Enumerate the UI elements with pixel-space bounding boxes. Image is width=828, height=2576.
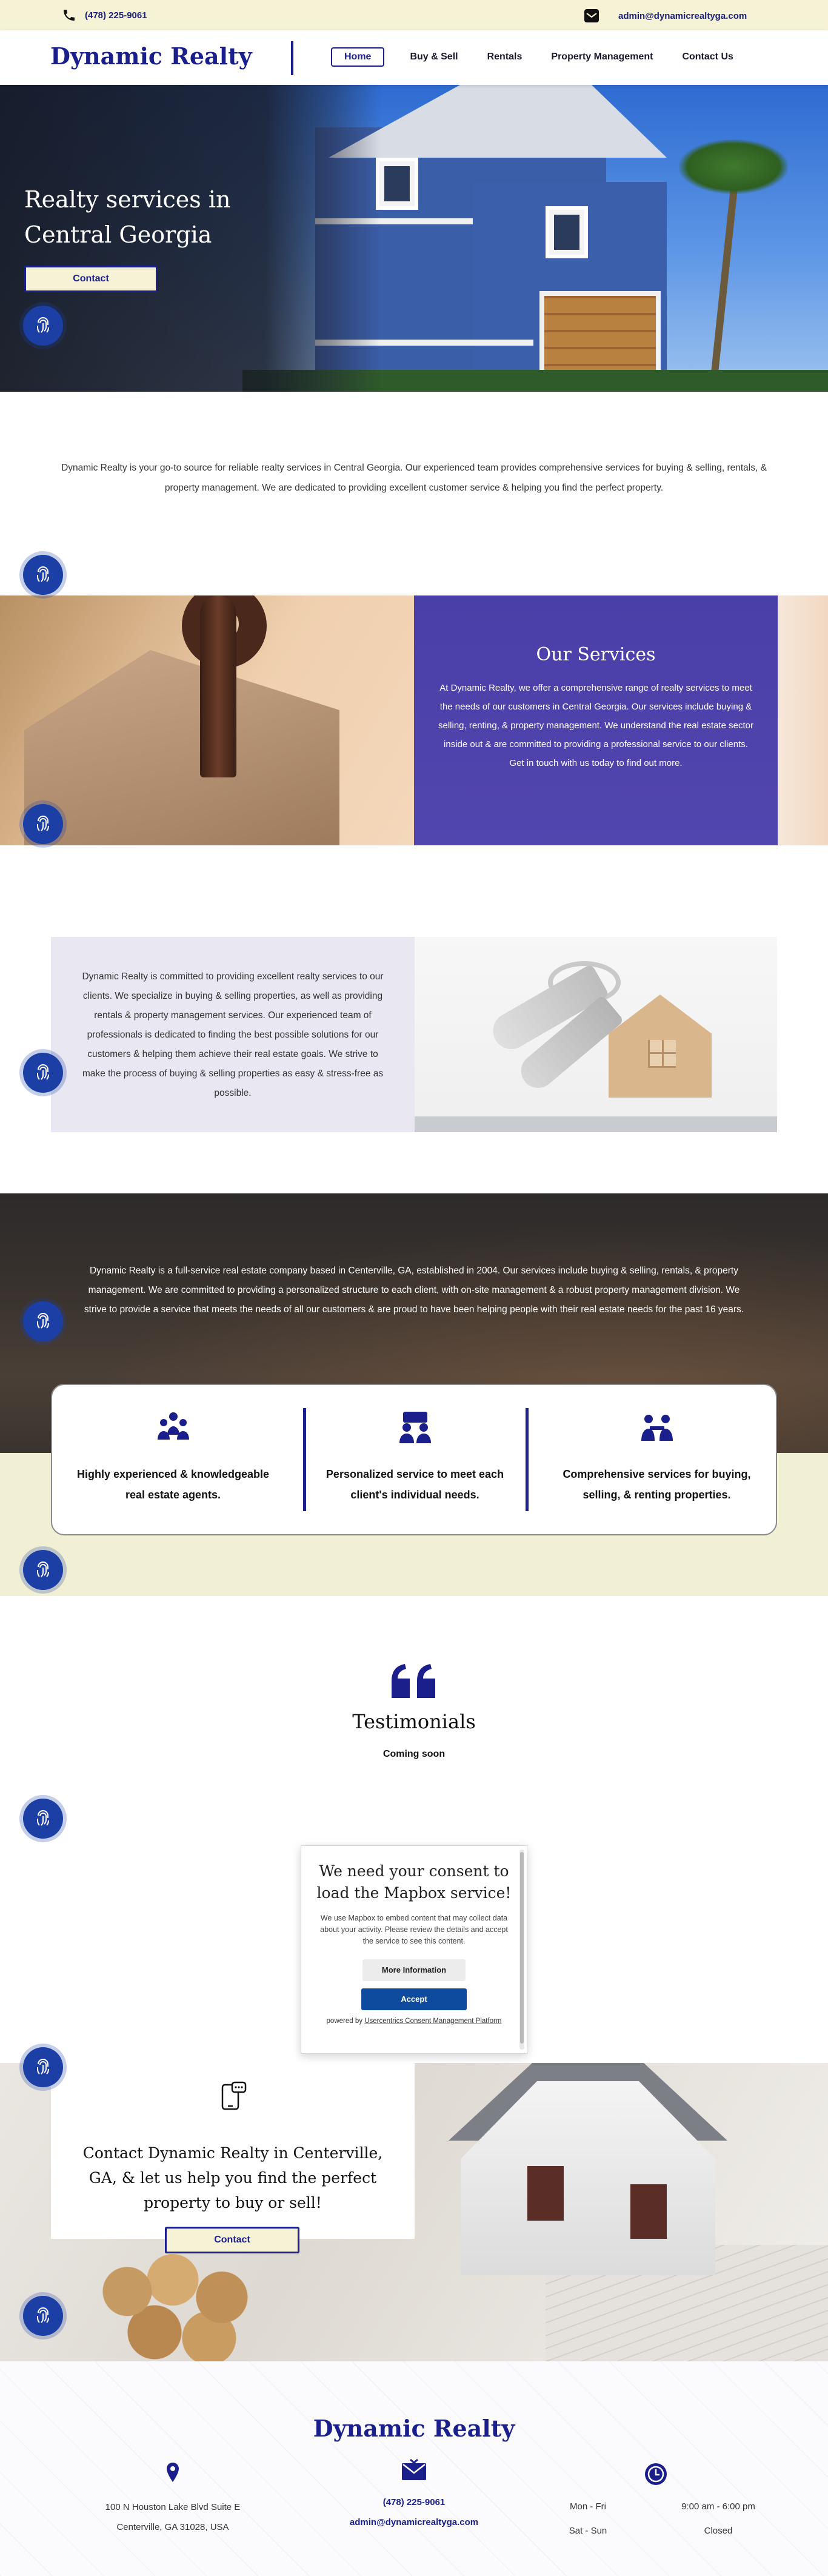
model-house-window: [630, 2184, 667, 2239]
address-line-1[interactable]: 100 N Houston Lake Blvd Suite E: [91, 2497, 255, 2517]
footer-hours: Mon - Fri 9:00 am - 6:00 pm Sat - Sun Cl…: [558, 2495, 764, 2543]
clock-icon: [645, 2463, 667, 2485]
commitment-section: Dynamic Realty is committed to providing…: [51, 937, 777, 1132]
accept-button[interactable]: Accept: [361, 1988, 467, 2010]
fingerprint-icon[interactable]: [23, 1799, 63, 1839]
about-text: Dynamic Realty is a full-service real es…: [84, 1266, 744, 1315]
footer-contact: (478) 225-9061 admin@dynamicrealtyga.com: [332, 2458, 496, 2532]
location-pin-icon: [167, 2463, 179, 2482]
coins-image: [91, 2245, 273, 2361]
nav-contact-us[interactable]: Contact Us: [667, 47, 747, 67]
contact-card: Contact Dynamic Realty in Centerville, G…: [51, 2063, 415, 2239]
hours-days: Mon - Fri: [570, 2501, 606, 2512]
footer-email[interactable]: admin@dynamicrealtyga.com: [350, 2517, 478, 2527]
key-house-photo: [0, 595, 414, 845]
consent-title: We need your consent to load the Mapbox …: [316, 1862, 512, 1902]
main-nav: Home Buy & Sell Rentals Property Managem…: [331, 47, 748, 67]
topbar-email-text: admin@dynamicrealtyga.com: [618, 10, 747, 21]
nav-property-management[interactable]: Property Management: [536, 47, 667, 67]
services-title: Our Services: [536, 644, 656, 665]
hero-contact-button[interactable]: Contact: [24, 266, 158, 292]
topbar-email[interactable]: admin@dynamicrealtyga.com: [583, 8, 747, 24]
meeting-icon: [399, 1412, 431, 1443]
fingerprint-icon[interactable]: [23, 306, 63, 346]
hours-days: Sat - Sun: [569, 2526, 607, 2536]
feature-divider: [526, 1408, 529, 1511]
phone-icon: [64, 10, 75, 21]
fingerprint-icon[interactable]: [23, 555, 63, 595]
fingerprint-icon[interactable]: [23, 2296, 63, 2336]
services-text: At Dynamic Realty, we offer a comprehens…: [438, 683, 754, 768]
powered-prefix: powered by: [326, 2018, 362, 2025]
services-section: Our Services At Dynamic Realty, we offer…: [0, 595, 828, 845]
photo-house-model: [24, 650, 339, 845]
mail-icon: [584, 9, 599, 22]
nav-buy-sell[interactable]: Buy & Sell: [395, 47, 472, 67]
mail-icon: [402, 2458, 426, 2480]
hero-section: Realty services in Central Georgia Conta…: [0, 85, 828, 392]
nav-rentals[interactable]: Rentals: [473, 47, 537, 67]
feature-text: Personalized service to meet each client…: [326, 1468, 504, 1501]
quote-icon: [392, 1664, 435, 1698]
hero-title: Realty services in Central Georgia: [24, 186, 231, 248]
usercentrics-link[interactable]: Usercentrics Consent Management Platform: [364, 2018, 501, 2025]
testimonials-subtitle: Coming soon: [382, 1749, 446, 1759]
services-side-strip: [778, 595, 828, 845]
conversation-icon: [641, 1415, 673, 1441]
hours-row: Sat - Sun Closed: [558, 2519, 764, 2543]
mapbox-consent-dialog: We need your consent to load the Mapbox …: [301, 1845, 527, 2054]
top-contact-bar: (478) 225-9061 admin@dynamicrealtyga.com: [0, 0, 828, 30]
fingerprint-icon[interactable]: [23, 1053, 63, 1093]
phone-chat-icon: [221, 2081, 247, 2110]
topbar-phone[interactable]: (478) 225-9061: [62, 8, 147, 22]
feature-item: Comprehensive services for buying, selli…: [536, 1385, 778, 1537]
feature-item: Highly experienced & knowledgeable real …: [52, 1385, 294, 1537]
contact-title: Contact Dynamic Realty in Centerville, G…: [82, 2144, 383, 2212]
feature-text: Highly experienced & knowledgeable real …: [76, 1468, 270, 1501]
site-footer: Dynamic Realty 100 N Houston Lake Blvd S…: [0, 2361, 828, 2576]
fingerprint-icon[interactable]: [23, 1550, 63, 1590]
consent-text: We use Mapbox to embed content that may …: [320, 1914, 508, 1945]
contact-button[interactable]: Contact: [165, 2227, 299, 2253]
fingerprint-icon[interactable]: [23, 1301, 63, 1341]
contact-section: Contact Dynamic Realty in Centerville, G…: [0, 2063, 828, 2361]
more-information-button[interactable]: More Information: [362, 1959, 466, 1981]
hours-row: Mon - Fri 9:00 am - 6:00 pm: [558, 2495, 764, 2519]
intro-text: Dynamic Realty is your go-to source for …: [61, 463, 767, 493]
header-divider: [291, 41, 293, 75]
fingerprint-icon[interactable]: [23, 2047, 63, 2087]
team-icon: [157, 1412, 189, 1440]
site-logo[interactable]: Dynamic Realty: [50, 42, 252, 70]
consent-powered-by: powered by Usercentrics Consent Manageme…: [301, 2016, 527, 2026]
services-panel: Our Services At Dynamic Realty, we offer…: [414, 595, 778, 845]
testimonials-title: Testimonials: [352, 1710, 476, 1733]
photo-key-blade: [200, 595, 236, 777]
photo-wood-house-window: [648, 1040, 676, 1068]
feature-text: Comprehensive services for buying, selli…: [563, 1468, 751, 1501]
keys-photo: [415, 937, 777, 1132]
photo-floor: [415, 1116, 777, 1132]
hours-time: Closed: [704, 2526, 733, 2536]
consent-scrollbar[interactable]: [519, 1850, 524, 2050]
features-card: Highly experienced & knowledgeable real …: [51, 1384, 777, 1535]
footer-address: 100 N Houston Lake Blvd Suite E Centervi…: [91, 2462, 255, 2537]
fingerprint-icon[interactable]: [23, 804, 63, 844]
footer-phone[interactable]: (478) 225-9061: [383, 2497, 446, 2507]
hours-time: 9:00 am - 6:00 pm: [681, 2501, 755, 2512]
address-line-2[interactable]: Centerville, GA 31028, USA: [91, 2517, 255, 2537]
commitment-text: Dynamic Realty is committed to providing…: [51, 937, 415, 1132]
nav-home[interactable]: Home: [331, 47, 385, 67]
model-house-window: [527, 2166, 564, 2221]
site-header: Dynamic Realty Home Buy & Sell Rentals P…: [0, 30, 828, 85]
topbar-phone-text: (478) 225-9061: [85, 10, 147, 21]
feature-item: Personalized service to meet each client…: [294, 1385, 536, 1537]
footer-logo[interactable]: Dynamic Realty: [0, 2415, 828, 2442]
